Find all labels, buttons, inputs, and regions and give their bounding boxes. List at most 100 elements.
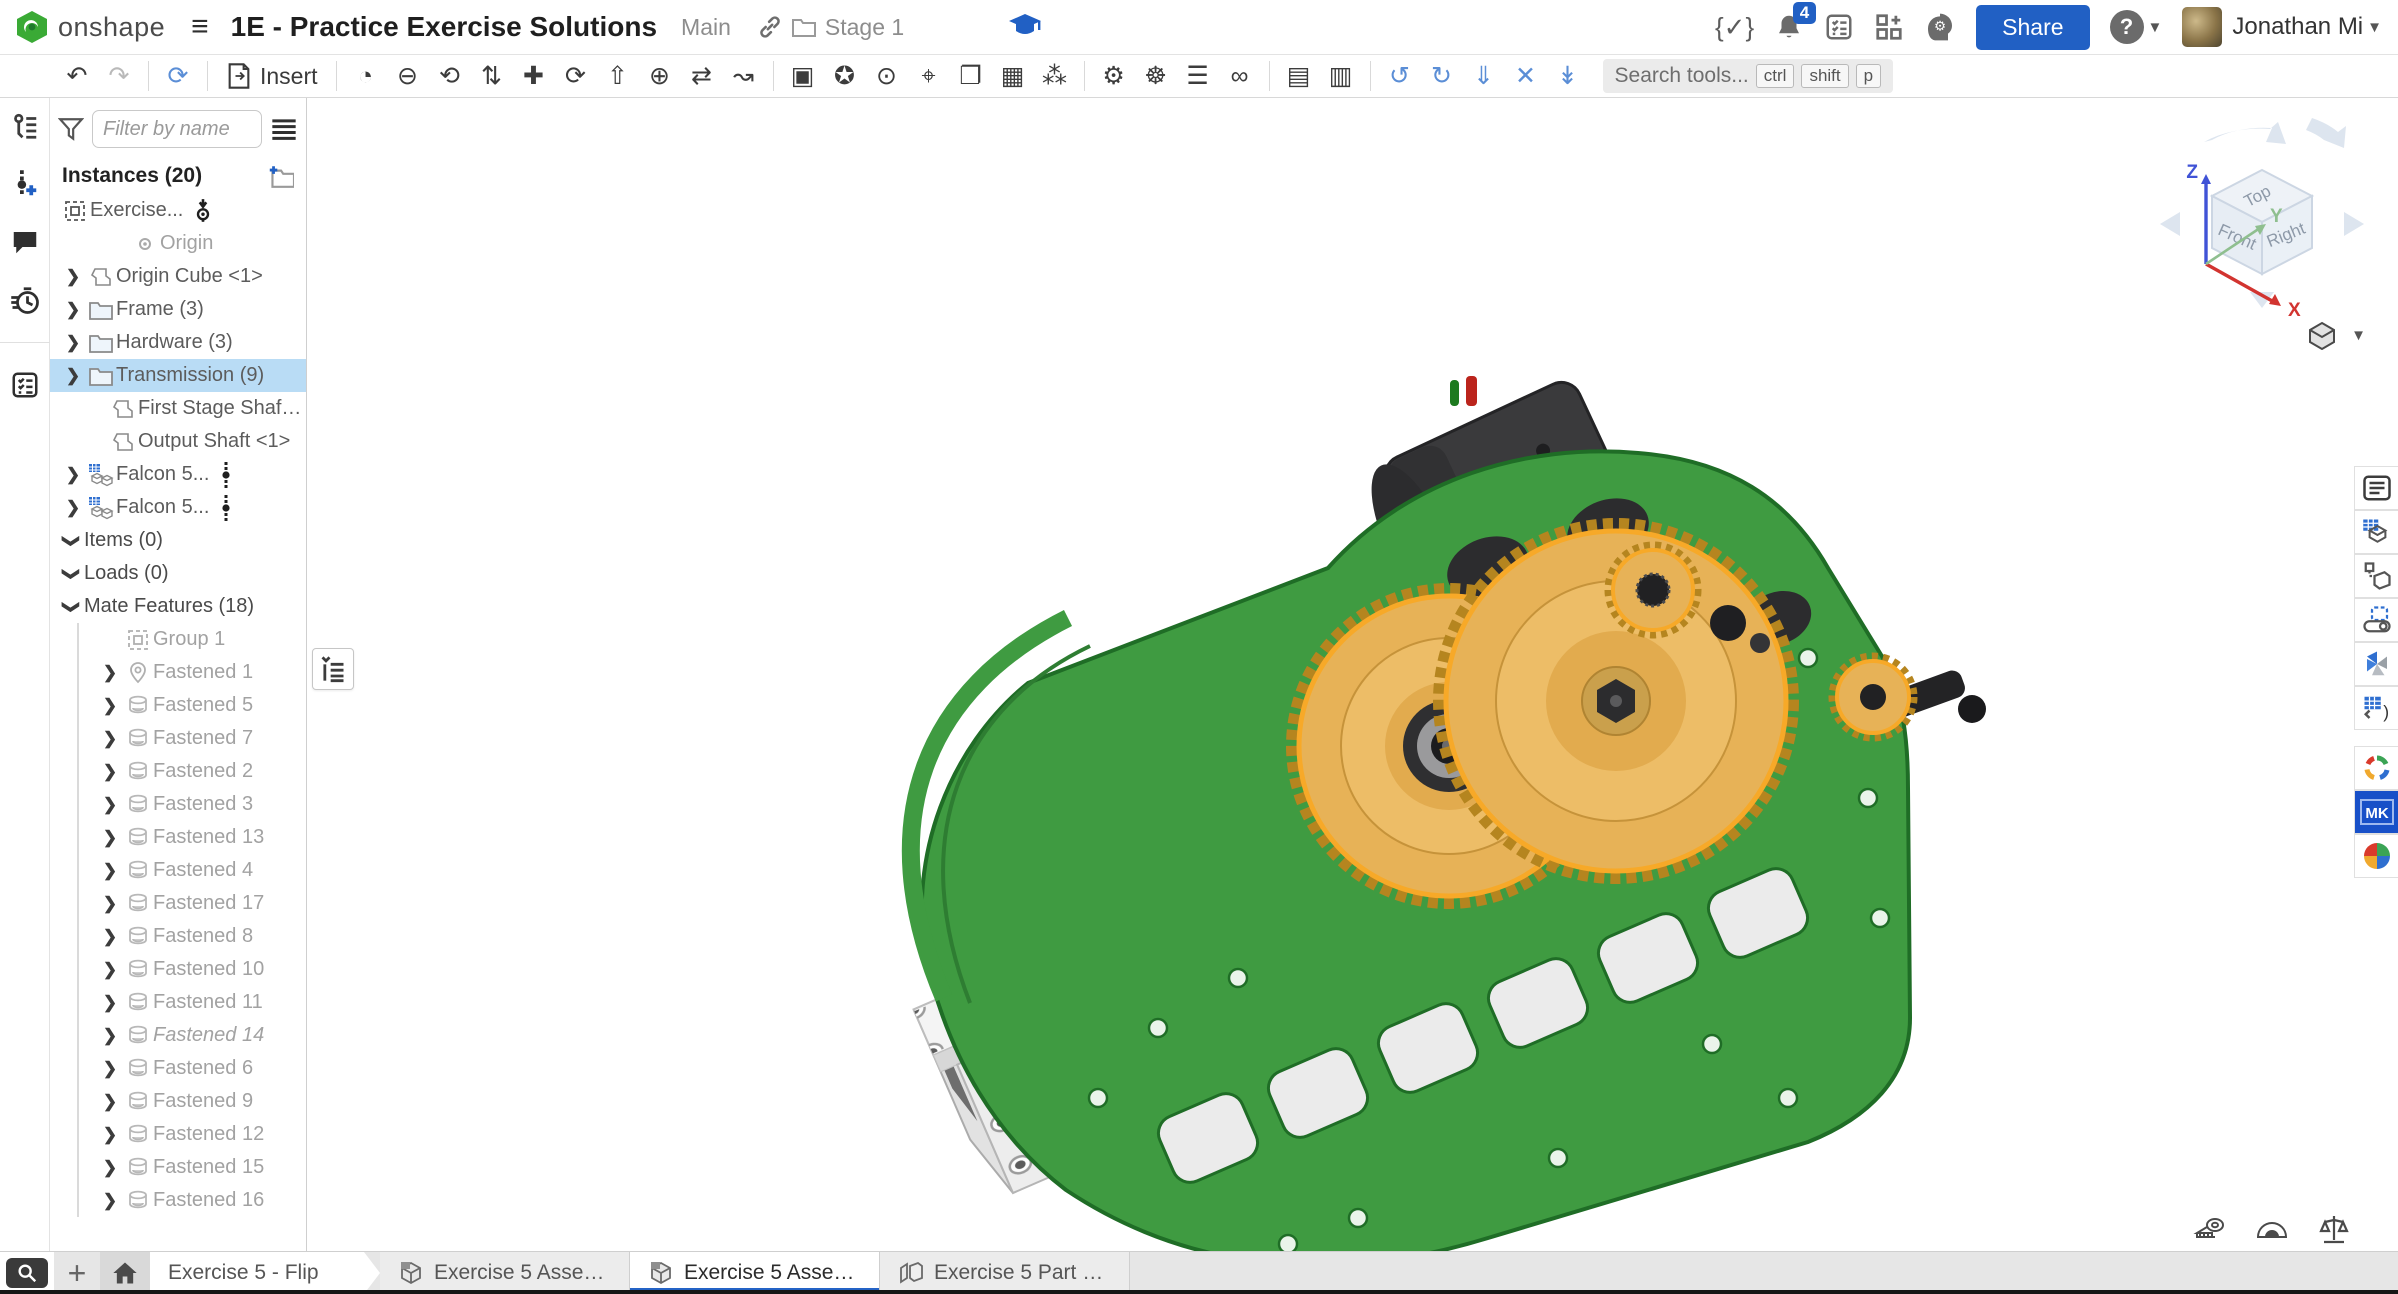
mate-feature-item[interactable]: Group 1 [79, 623, 306, 656]
mass-properties-icon[interactable] [2316, 1213, 2352, 1245]
mate-feature-item[interactable]: ❯Fastened 1 [79, 656, 306, 689]
expand-chevron-icon[interactable]: ❯ [97, 663, 123, 683]
expand-chevron-icon[interactable]: ❯ [97, 795, 123, 815]
view-settings-button[interactable]: ▼ [2307, 320, 2366, 350]
mate-feature-item[interactable]: ❯Fastened 4 [79, 854, 306, 887]
tree-item[interactable]: ❯Falcon 5... [50, 458, 306, 491]
belt-relation-icon[interactable]: ∞ [1219, 58, 1261, 94]
assembly-root-row[interactable]: Exercise... [50, 194, 306, 227]
expand-chevron-icon[interactable]: ❯ [60, 267, 86, 287]
ball-mate-icon[interactable]: ⊕ [639, 58, 681, 94]
expand-chevron-icon[interactable]: ❯ [97, 1059, 123, 1079]
exploded-view-icon[interactable]: ⁂ [1034, 58, 1076, 94]
tree-item[interactable]: First Stage Shaft <1> [50, 392, 306, 425]
bom-icon[interactable]: ▤ [1278, 58, 1320, 94]
undo-icon[interactable]: ↶ [56, 58, 98, 94]
slider-mate-icon[interactable]: ⇅ [471, 58, 513, 94]
tangent-mate-icon[interactable]: ↝ [723, 58, 765, 94]
tree-item[interactable]: ❯Origin Cube <1> [50, 260, 306, 293]
section-row[interactable]: ❯Loads (0) [50, 557, 306, 590]
mate-feature-item[interactable]: ❯Fastened 10 [79, 953, 306, 986]
graphics-area[interactable]: Top Front Right Z X Y ▼ [308, 98, 2398, 1251]
expand-chevron-icon[interactable]: ❯ [97, 1191, 123, 1211]
expand-chevron-icon[interactable]: ❯ [97, 1125, 123, 1145]
expand-chevron-icon[interactable]: ❯ [60, 333, 86, 353]
expand-chevron-icon[interactable]: ❯ [97, 762, 123, 782]
mate-feature-item[interactable]: ❯Fastened 15 [79, 1151, 306, 1184]
shortcut-keys-icon[interactable]: ) [2354, 686, 2398, 730]
onshape-logo[interactable]: onshape [14, 9, 165, 45]
tree-item[interactable]: Origin [50, 227, 306, 260]
mate-feature-item[interactable]: ❯Fastened 6 [79, 1052, 306, 1085]
drop-parts-icon[interactable]: ↡ [1547, 58, 1589, 94]
revolute-mate-icon[interactable]: ⟲ [429, 58, 471, 94]
collapse-chevron-icon[interactable]: ❯ [61, 561, 81, 587]
notifications-bell-icon[interactable]: 4 [1774, 12, 1804, 42]
insert-button[interactable]: Insert [216, 58, 328, 94]
gear-relation-icon[interactable]: ⚙ [1093, 58, 1135, 94]
document-tab[interactable]: Exercise 5 - Flip [150, 1252, 380, 1294]
add-folder-icon[interactable] [266, 164, 294, 188]
account-menu[interactable]: Jonathan Mi ▼ [2182, 7, 2382, 47]
section-row[interactable]: ❯Mate Features (18) [50, 590, 306, 623]
home-tab-button[interactable] [100, 1252, 150, 1294]
add-tab-button[interactable]: + [54, 1252, 100, 1294]
mate-feature-item[interactable]: ❯Fastened 11 [79, 986, 306, 1019]
expand-chevron-icon[interactable]: ❯ [97, 861, 123, 881]
tree-item[interactable]: ❯Falcon 5... [50, 491, 306, 524]
interference-icon[interactable]: ▥ [1320, 58, 1362, 94]
expand-chevron-icon[interactable]: ❯ [97, 993, 123, 1013]
cylindrical-mate-icon[interactable]: ⟳ [555, 58, 597, 94]
pin-slot-mate-icon[interactable]: ⇧ [597, 58, 639, 94]
expand-chevron-icon[interactable]: ❯ [60, 465, 86, 485]
snap-mode-icon[interactable]: ⌖ [908, 58, 950, 94]
expand-chevron-icon[interactable]: ❯ [97, 1158, 123, 1178]
sketch-slot-icon[interactable] [2354, 598, 2398, 642]
expand-chevron-icon[interactable]: ❯ [97, 894, 123, 914]
panel-collapse-handle[interactable] [312, 648, 354, 690]
expand-chevron-icon[interactable]: ❯ [97, 828, 123, 848]
mate-feature-item[interactable]: ❯Fastened 2 [79, 755, 306, 788]
view-cube[interactable]: Top Front Right Z X Y [2142, 102, 2382, 332]
comment-icon[interactable] [9, 226, 41, 258]
feature-script-icon[interactable]: {✓} [1715, 12, 1754, 43]
fastened-mate-icon[interactable]: ⊖ [387, 58, 429, 94]
section-row[interactable]: ❯Items (0) [50, 524, 306, 557]
screw-relation-icon[interactable]: ☰ [1177, 58, 1219, 94]
mate-feature-item[interactable]: ❯Fastened 5 [79, 689, 306, 722]
app-mk-icon[interactable]: MK [2354, 790, 2398, 834]
expand-chevron-icon[interactable]: ❯ [97, 696, 123, 716]
expand-chevron-icon[interactable]: ❯ [60, 300, 86, 320]
tree-item[interactable]: Output Shaft <1> [50, 425, 306, 458]
mate-feature-item[interactable]: ❯Fastened 14 [79, 1019, 306, 1052]
expand-chevron-icon[interactable]: ❯ [97, 1026, 123, 1046]
apps-grid-icon[interactable] [1874, 12, 1904, 42]
measure-tape-icon[interactable] [2192, 1213, 2228, 1245]
collapse-chevron-icon[interactable]: ❯ [61, 528, 81, 554]
document-tab[interactable]: Exercise 5 Assembly [380, 1252, 630, 1294]
learning-center-icon[interactable] [1008, 11, 1042, 44]
mate-feature-item[interactable]: ❯Fastened 7 [79, 722, 306, 755]
mate-feature-item[interactable]: ❯Fastened 17 [79, 887, 306, 920]
document-tab[interactable]: Exercise 5 Part Studio [880, 1252, 1130, 1294]
search-tabs-icon[interactable] [6, 1258, 48, 1288]
mate-icon[interactable]: ◔ [345, 58, 387, 94]
expand-chevron-icon[interactable]: ❯ [60, 498, 86, 518]
animate-icon[interactable]: ↺ [1379, 58, 1421, 94]
app-pie-icon[interactable] [2354, 834, 2398, 878]
rack-pinion-relation-icon[interactable]: ☸ [1135, 58, 1177, 94]
bom-table-icon[interactable] [2354, 510, 2398, 554]
part-configuration-icon[interactable] [2354, 554, 2398, 598]
redo-icon[interactable]: ↷ [98, 58, 140, 94]
tree-item[interactable]: ❯Transmission (9) [50, 359, 306, 392]
group-icon[interactable]: ▣ [782, 58, 824, 94]
panel-list-icon[interactable] [2354, 466, 2398, 510]
mate-feature-item[interactable]: ❯Fastened 13 [79, 821, 306, 854]
mate-connector-add-icon[interactable] [9, 168, 41, 200]
mate-connector-icon[interactable]: ✪ [824, 58, 866, 94]
expand-chevron-icon[interactable]: ❯ [97, 1092, 123, 1112]
list-view-icon[interactable] [270, 117, 298, 141]
expand-chevron-icon[interactable]: ❯ [97, 960, 123, 980]
sync-update-icon[interactable]: ⟳ [157, 58, 199, 94]
collapse-all-icon[interactable]: ✕ [1505, 58, 1547, 94]
